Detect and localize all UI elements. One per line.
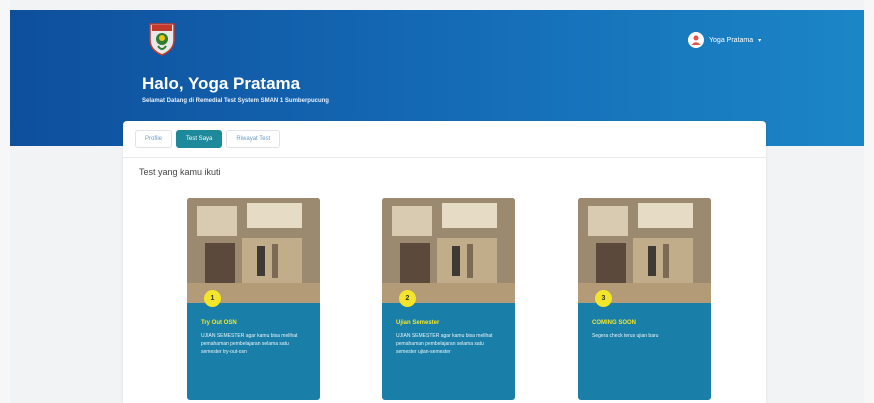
user-menu-toggle[interactable]: Yoga Pratama ▾ — [688, 30, 761, 50]
test-card-coming-soon[interactable]: 3 COMING SOON Segera check terus ujian b… — [578, 198, 711, 400]
page-subtitle: Selamat Datang di Remedial Test System S… — [142, 98, 329, 104]
section-title: Test yang kamu ikuti — [139, 167, 221, 177]
test-number-badge: 1 — [204, 290, 221, 307]
test-title: Ujian Semester — [396, 320, 440, 326]
content-panel: Profile Test Saya Riwayat Test Test yang… — [123, 121, 766, 403]
tab-profile[interactable]: Profile — [135, 130, 173, 148]
user-name: Yoga Pratama — [709, 36, 754, 44]
test-card-try-out-osn[interactable]: 1 Try Out OSN UJIAN SEMESTER agar kamu b… — [187, 198, 320, 400]
test-title: Try Out OSN — [201, 320, 237, 326]
test-description: Segera check terus ujian baru — [592, 333, 659, 339]
test-thumbnail-image — [187, 198, 320, 303]
tab-bar: Profile Test Saya Riwayat Test — [135, 130, 281, 148]
test-description: UJIAN SEMESTER agar kamu bisa melihat pe… — [396, 333, 493, 355]
tab-riwayat-test[interactable]: Riwayat Test — [226, 130, 281, 148]
test-thumbnail-image — [382, 198, 515, 303]
page-title: Halo, Yoga Pratama — [142, 74, 301, 93]
tab-test-saya[interactable]: Test Saya — [176, 130, 223, 148]
right-margin — [864, 0, 874, 403]
test-number-badge: 3 — [595, 290, 612, 307]
test-thumbnail-image — [578, 198, 711, 303]
school-logo-icon — [148, 22, 176, 56]
test-description: UJIAN SEMESTER agar kamu bisa melihat pe… — [201, 333, 298, 355]
divider — [123, 157, 766, 158]
chevron-down-icon: ▾ — [758, 37, 762, 44]
test-card-ujian-semester[interactable]: 2 Ujian Semester UJIAN SEMESTER agar kam… — [382, 198, 515, 400]
test-title: COMING SOON — [592, 320, 637, 326]
test-number-badge: 2 — [399, 290, 416, 307]
avatar-icon — [688, 32, 704, 48]
left-margin — [0, 0, 10, 403]
